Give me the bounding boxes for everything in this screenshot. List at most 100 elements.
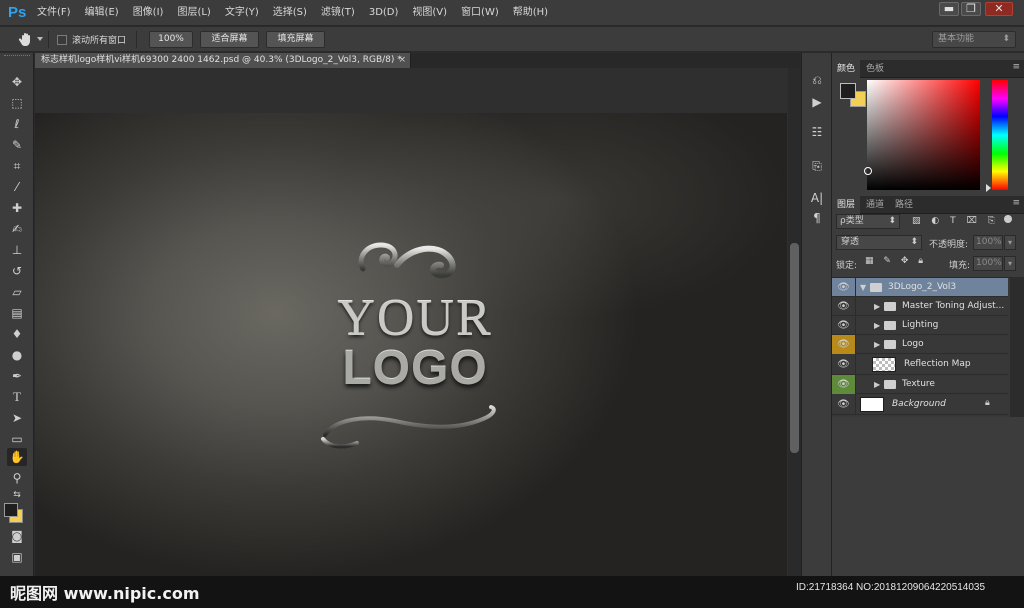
tab-paths[interactable]: 路径: [890, 196, 918, 214]
lock-transparent-icon[interactable]: ▦: [865, 256, 874, 266]
brush-tool-icon[interactable]: ✍: [7, 220, 27, 238]
history-panel-icon[interactable]: ⎌: [808, 71, 826, 89]
history-brush-tool-icon[interactable]: ↺: [7, 262, 27, 280]
paragraph-panel-icon[interactable]: ¶: [808, 209, 826, 227]
chevron-down-icon[interactable]: ▾: [1004, 256, 1016, 271]
hand-icon[interactable]: [18, 31, 34, 47]
opacity-input[interactable]: 100%: [973, 235, 1003, 250]
tab-color[interactable]: 颜色: [832, 60, 861, 78]
quick-select-tool-icon[interactable]: ✎: [7, 136, 27, 154]
layer-filter-select[interactable]: ρ类型 ⬍: [836, 214, 900, 229]
eyedropper-tool-icon[interactable]: ⁄: [7, 178, 27, 196]
properties-panel-icon[interactable]: ☷: [808, 123, 826, 141]
eye-icon[interactable]: 👁︎: [832, 375, 856, 394]
zoom-tool-icon[interactable]: ⚲: [7, 469, 27, 487]
eye-icon[interactable]: 👁︎: [832, 297, 856, 316]
menu-image[interactable]: 图像(I): [126, 0, 171, 26]
fit-screen-button[interactable]: 适合屏幕: [200, 31, 259, 48]
scrollbar-thumb[interactable]: [790, 243, 799, 453]
layers-scrollbar[interactable]: [1010, 277, 1024, 417]
type-filter-icon[interactable]: T: [950, 216, 956, 226]
screen-mode-icon[interactable]: ▣: [7, 548, 27, 566]
layer-row[interactable]: 👁︎ ▶ Master Toning Adjust...: [832, 297, 1008, 316]
canvas[interactable]: YOUR LOGO: [35, 113, 787, 591]
eye-icon[interactable]: 👁︎: [832, 278, 856, 297]
menu-3d[interactable]: 3D(D): [362, 0, 406, 26]
eraser-tool-icon[interactable]: ▱: [7, 283, 27, 301]
fill-screen-button[interactable]: 填充屏幕: [266, 31, 325, 48]
menu-help[interactable]: 帮助(H): [506, 0, 555, 26]
menu-layer[interactable]: 图层(L): [170, 0, 217, 26]
layer-row[interactable]: 👁︎ Reflection Map: [832, 354, 1008, 375]
minimize-button[interactable]: ▬: [939, 2, 959, 16]
hue-slider-handle[interactable]: [986, 184, 991, 192]
close-icon[interactable]: ×: [398, 53, 406, 68]
chevron-right-icon[interactable]: ▶: [874, 375, 880, 394]
menu-type[interactable]: 文字(Y): [218, 0, 266, 26]
lasso-tool-icon[interactable]: ℓ: [7, 115, 27, 133]
menu-view[interactable]: 视图(V): [405, 0, 454, 26]
hand-tool-icon[interactable]: ✋: [7, 448, 27, 466]
restore-button[interactable]: ❐: [961, 2, 981, 16]
actions-panel-icon[interactable]: ▶: [808, 93, 826, 111]
menu-select[interactable]: 选择(S): [266, 0, 314, 26]
marquee-tool-icon[interactable]: ⬚: [7, 94, 27, 112]
adjustment-filter-icon[interactable]: ◐: [931, 216, 939, 226]
clone-stamp-tool-icon[interactable]: ⊥: [7, 241, 27, 259]
lock-all-icon[interactable]: 🔒︎: [918, 256, 923, 266]
blur-tool-icon[interactable]: ♦: [7, 325, 27, 343]
chevron-right-icon[interactable]: ▶: [874, 297, 880, 316]
tab-layers[interactable]: 图层: [832, 196, 861, 214]
quick-mask-icon[interactable]: ◙: [7, 527, 27, 545]
foreground-color-chip[interactable]: [840, 83, 856, 99]
color-picker-cursor[interactable]: [864, 167, 872, 175]
document-tab[interactable]: 标志样机logo样机vi样机69300 2400 1462.psd @ 40.3…: [35, 53, 411, 68]
menu-edit[interactable]: 编辑(E): [78, 0, 126, 26]
blend-mode-select[interactable]: 穿透 ⬍: [836, 235, 922, 250]
move-tool-icon[interactable]: ✥: [7, 73, 27, 91]
eye-icon[interactable]: 👁︎: [832, 335, 856, 354]
type-tool-icon[interactable]: T: [7, 388, 27, 406]
close-window-button[interactable]: ✕: [985, 2, 1013, 16]
character-panel-icon[interactable]: A|: [808, 189, 826, 207]
dodge-tool-icon[interactable]: ●: [7, 346, 27, 364]
shape-filter-icon[interactable]: ⌧: [967, 216, 977, 226]
lock-image-icon[interactable]: ✎: [883, 256, 891, 266]
panel-menu-icon[interactable]: ≡: [1012, 198, 1020, 208]
hue-slider[interactable]: [992, 80, 1008, 190]
vertical-scrollbar[interactable]: [788, 68, 801, 608]
foreground-color-swatch[interactable]: [4, 503, 18, 517]
layer-row[interactable]: 👁︎ ▼ 3DLogo_2_Vol3: [832, 278, 1008, 297]
path-select-tool-icon[interactable]: ➤: [7, 409, 27, 427]
crop-tool-icon[interactable]: ⌗: [7, 157, 27, 175]
eye-icon[interactable]: 👁︎: [832, 316, 856, 335]
panel-menu-icon[interactable]: ≡: [1012, 62, 1020, 72]
pen-tool-icon[interactable]: ✒: [7, 367, 27, 385]
layer-row[interactable]: 👁︎ ▶ Lighting: [832, 316, 1008, 335]
eye-icon[interactable]: 👁︎: [832, 354, 856, 375]
eye-icon[interactable]: 👁︎: [832, 394, 856, 415]
color-field[interactable]: [864, 80, 980, 190]
filter-toggle-icon[interactable]: [1003, 215, 1012, 223]
swap-colors-icon[interactable]: ⇆: [7, 486, 27, 504]
lock-position-icon[interactable]: ✥: [901, 256, 909, 266]
chevron-right-icon[interactable]: ▶: [874, 335, 880, 354]
chevron-down-icon[interactable]: ▾: [1004, 235, 1016, 250]
healing-brush-tool-icon[interactable]: ✚: [7, 199, 27, 217]
fill-input[interactable]: 100%: [973, 256, 1003, 271]
layer-row[interactable]: 👁︎ ▶ Texture: [832, 375, 1008, 394]
smart-object-filter-icon[interactable]: ⎘: [988, 216, 995, 226]
layer-row[interactable]: 👁︎ Background 🔒︎: [832, 394, 1008, 415]
shape-tool-icon[interactable]: ▭: [7, 430, 27, 448]
workspace-switcher[interactable]: 基本功能 ⬍: [932, 31, 1016, 48]
actual-pixels-button[interactable]: 100%: [149, 31, 193, 48]
tab-channels[interactable]: 通道: [861, 196, 889, 214]
layer-row[interactable]: 👁︎ ▶ Logo: [832, 335, 1008, 354]
scroll-all-checkbox[interactable]: [57, 35, 67, 45]
menu-filter[interactable]: 滤镜(T): [314, 0, 362, 26]
menu-window[interactable]: 窗口(W): [454, 0, 506, 26]
chevron-right-icon[interactable]: ▶: [874, 316, 880, 335]
gradient-tool-icon[interactable]: ▤: [7, 304, 27, 322]
tab-swatches[interactable]: 色板: [861, 60, 889, 78]
info-panel-icon[interactable]: ⎘: [808, 157, 826, 175]
